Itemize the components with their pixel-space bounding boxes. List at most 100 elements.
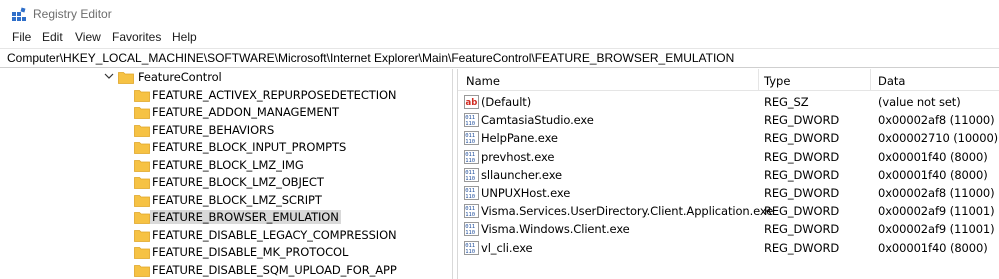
- tree-item[interactable]: FEATURE_BLOCK_LMZ_OBJECT: [0, 174, 452, 192]
- title-bar: Registry Editor: [0, 0, 999, 28]
- svg-text:110: 110: [465, 176, 475, 182]
- svg-text:110: 110: [465, 139, 475, 145]
- tree-item-label: FeatureControl: [138, 70, 222, 84]
- folder-icon: [134, 124, 150, 137]
- tree-item-label: FEATURE_DISABLE_LEGACY_COMPRESSION: [152, 227, 397, 242]
- folder-open-icon: [118, 72, 134, 84]
- value-name: (Default): [481, 95, 532, 109]
- binary-value-icon: 011110: [464, 240, 479, 255]
- value-name: Visma.Services.UserDirectory.Client.Appl…: [481, 204, 774, 219]
- svg-text:ab: ab: [466, 98, 478, 108]
- value-data: (value not set): [878, 95, 961, 109]
- tree-item[interactable]: FEATURE_BLOCK_LMZ_SCRIPT: [0, 192, 452, 210]
- tree-item-label: FEATURE_BROWSER_EMULATION: [150, 210, 341, 224]
- menu-bar: File Edit View Favorites Help: [0, 28, 999, 48]
- column-header-data[interactable]: Data: [878, 74, 905, 88]
- value-row[interactable]: 011 110 prevhost.exe REG_DWORD 0x00001f40 (8…: [458, 148, 999, 166]
- address-bar[interactable]: Computer\HKEY_LOCAL_MACHINE\SOFTWARE\Mic…: [0, 48, 999, 68]
- value-row[interactable]: 011 110 Visma.Windows.Client.exe REG_DWORD 0…: [458, 220, 999, 238]
- folder-icon: [134, 142, 150, 154]
- menu-help[interactable]: Help: [171, 30, 198, 44]
- value-row[interactable]: 011 110 sllauncher.exe REG_DWORD 0x00001f40 …: [458, 166, 999, 184]
- binary-value-icon: 011110: [464, 149, 479, 164]
- tree-item-label: FEATURE_BLOCK_LMZ_SCRIPT: [152, 192, 322, 207]
- values-header: Name Type Data: [458, 69, 999, 91]
- column-divider[interactable]: [758, 69, 759, 91]
- value-row[interactable]: 011 110 vl_cli.exe REG_DWORD 0x00001f40 (800…: [458, 239, 999, 257]
- value-data: 0x00002af9 (11001): [878, 204, 995, 219]
- folder-icon: [134, 159, 150, 172]
- value-data: 0x00001f40 (8000): [878, 240, 988, 255]
- value-name: CamtasiaStudio.exe: [481, 113, 594, 128]
- tree-item-label: FEATURE_ACTIVEX_REPURPOSEDETECTION: [152, 87, 397, 102]
- tree-item-label: FEATURE_DISABLE_MK_PROTOCOL: [152, 245, 349, 259]
- tree-item[interactable]: FEATURE_BLOCK_LMZ_IMG: [0, 157, 452, 175]
- window-title: Registry Editor: [33, 7, 112, 21]
- value-row[interactable]: ab (Default) REG_SZ (value not set): [458, 93, 999, 111]
- value-type: REG_DWORD: [764, 167, 840, 182]
- tree-item[interactable]: FEATURE_ADDON_MANAGEMENT: [0, 104, 452, 122]
- column-header-name[interactable]: Name: [466, 74, 500, 88]
- value-data: 0x00002af8 (11000): [878, 113, 995, 128]
- tree-item-featurecontrol[interactable]: FeatureControl: [0, 69, 452, 87]
- value-type: REG_DWORD: [764, 131, 840, 146]
- svg-text:110: 110: [465, 194, 475, 200]
- folder-icon: [134, 247, 150, 259]
- binary-value-icon: 011110: [464, 204, 479, 219]
- value-type: REG_DWORD: [764, 186, 840, 200]
- menu-favorites[interactable]: Favorites: [111, 30, 162, 44]
- binary-value-icon: 011110: [464, 186, 479, 200]
- tree-item-label: FEATURE_BLOCK_LMZ_IMG: [152, 157, 304, 172]
- value-data: 0x00002af9 (11001): [878, 222, 995, 237]
- tree-item[interactable]: FEATURE_DISABLE_LEGACY_COMPRESSION: [0, 227, 452, 245]
- svg-text:110: 110: [465, 249, 475, 255]
- value-type: REG_DWORD: [764, 222, 840, 237]
- binary-value-icon: 011110: [464, 113, 479, 128]
- folder-icon: [134, 89, 150, 102]
- chevron-down-icon[interactable]: [104, 71, 114, 81]
- string-value-icon: ab: [464, 95, 479, 109]
- address-path[interactable]: Computer\HKEY_LOCAL_MACHINE\SOFTWARE\Mic…: [7, 51, 734, 65]
- binary-value-icon: 011110: [464, 222, 479, 237]
- tree-item[interactable]: FEATURE_BLOCK_INPUT_PROMPTS: [0, 139, 452, 157]
- folder-icon: [134, 194, 150, 207]
- column-header-type[interactable]: Type: [764, 74, 790, 88]
- value-row[interactable]: 011 110 CamtasiaStudio.exe REG_DWORD 0x00002…: [458, 111, 999, 129]
- menu-file[interactable]: File: [11, 30, 32, 44]
- value-type: REG_DWORD: [764, 204, 840, 219]
- value-data: 0x00002af8 (11000): [878, 186, 995, 200]
- menu-view[interactable]: View: [74, 30, 102, 44]
- menu-edit[interactable]: Edit: [41, 30, 64, 44]
- value-type: REG_DWORD: [764, 149, 840, 164]
- values-pane[interactable]: Name Type Data ab (Default) REG_SZ (value n…: [458, 69, 999, 279]
- binary-value-icon: 011110: [464, 167, 479, 182]
- column-divider[interactable]: [870, 69, 871, 91]
- value-row[interactable]: 011 110 HelpPane.exe REG_DWORD 0x00002710 (1…: [458, 129, 999, 147]
- value-name: prevhost.exe: [481, 149, 555, 164]
- tree-item[interactable]: FEATURE_DISABLE_MK_PROTOCOL: [0, 244, 452, 262]
- folder-icon: [134, 212, 150, 224]
- value-data: 0x00001f40 (8000): [878, 149, 988, 164]
- value-name: sllauncher.exe: [481, 167, 563, 182]
- tree-item[interactable]: FEATURE_BEHAVIORS: [0, 122, 452, 140]
- tree-item-label: FEATURE_ADDON_MANAGEMENT: [152, 105, 339, 119]
- tree-item[interactable]: FEATURE_DISABLE_SQM_UPLOAD_FOR_APP: [0, 262, 452, 279]
- value-name: UNPUXHost.exe: [481, 186, 571, 200]
- value-data: 0x00002710 (10000): [878, 131, 999, 146]
- tree-item[interactable]: FEATURE_ACTIVEX_REPURPOSEDETECTION: [0, 87, 452, 105]
- value-row[interactable]: 011 110 UNPUXHost.exe REG_DWORD 0x00002af8 (…: [458, 184, 999, 202]
- folder-icon: [134, 264, 150, 277]
- binary-value-icon: 011110: [464, 131, 479, 146]
- folder-icon: [134, 229, 150, 242]
- svg-text:110: 110: [465, 212, 475, 218]
- value-name: HelpPane.exe: [481, 131, 558, 146]
- value-type: REG_DWORD: [764, 240, 840, 255]
- tree-item[interactable]: FEATURE_BROWSER_EMULATION: [0, 209, 452, 227]
- key-tree-pane[interactable]: FeatureControl FEATURE_ACTIVEX_REPURPOSE…: [0, 69, 452, 279]
- folder-icon: [134, 107, 150, 119]
- tree-item-label: FEATURE_DISABLE_SQM_UPLOAD_FOR_APP: [152, 262, 397, 277]
- value-name: vl_cli.exe: [481, 240, 533, 255]
- tree-item-label: FEATURE_BLOCK_LMZ_OBJECT: [152, 175, 324, 189]
- value-row[interactable]: 011 110 Visma.Services.UserDirectory.Clien…: [458, 202, 999, 220]
- svg-text:110: 110: [465, 158, 475, 164]
